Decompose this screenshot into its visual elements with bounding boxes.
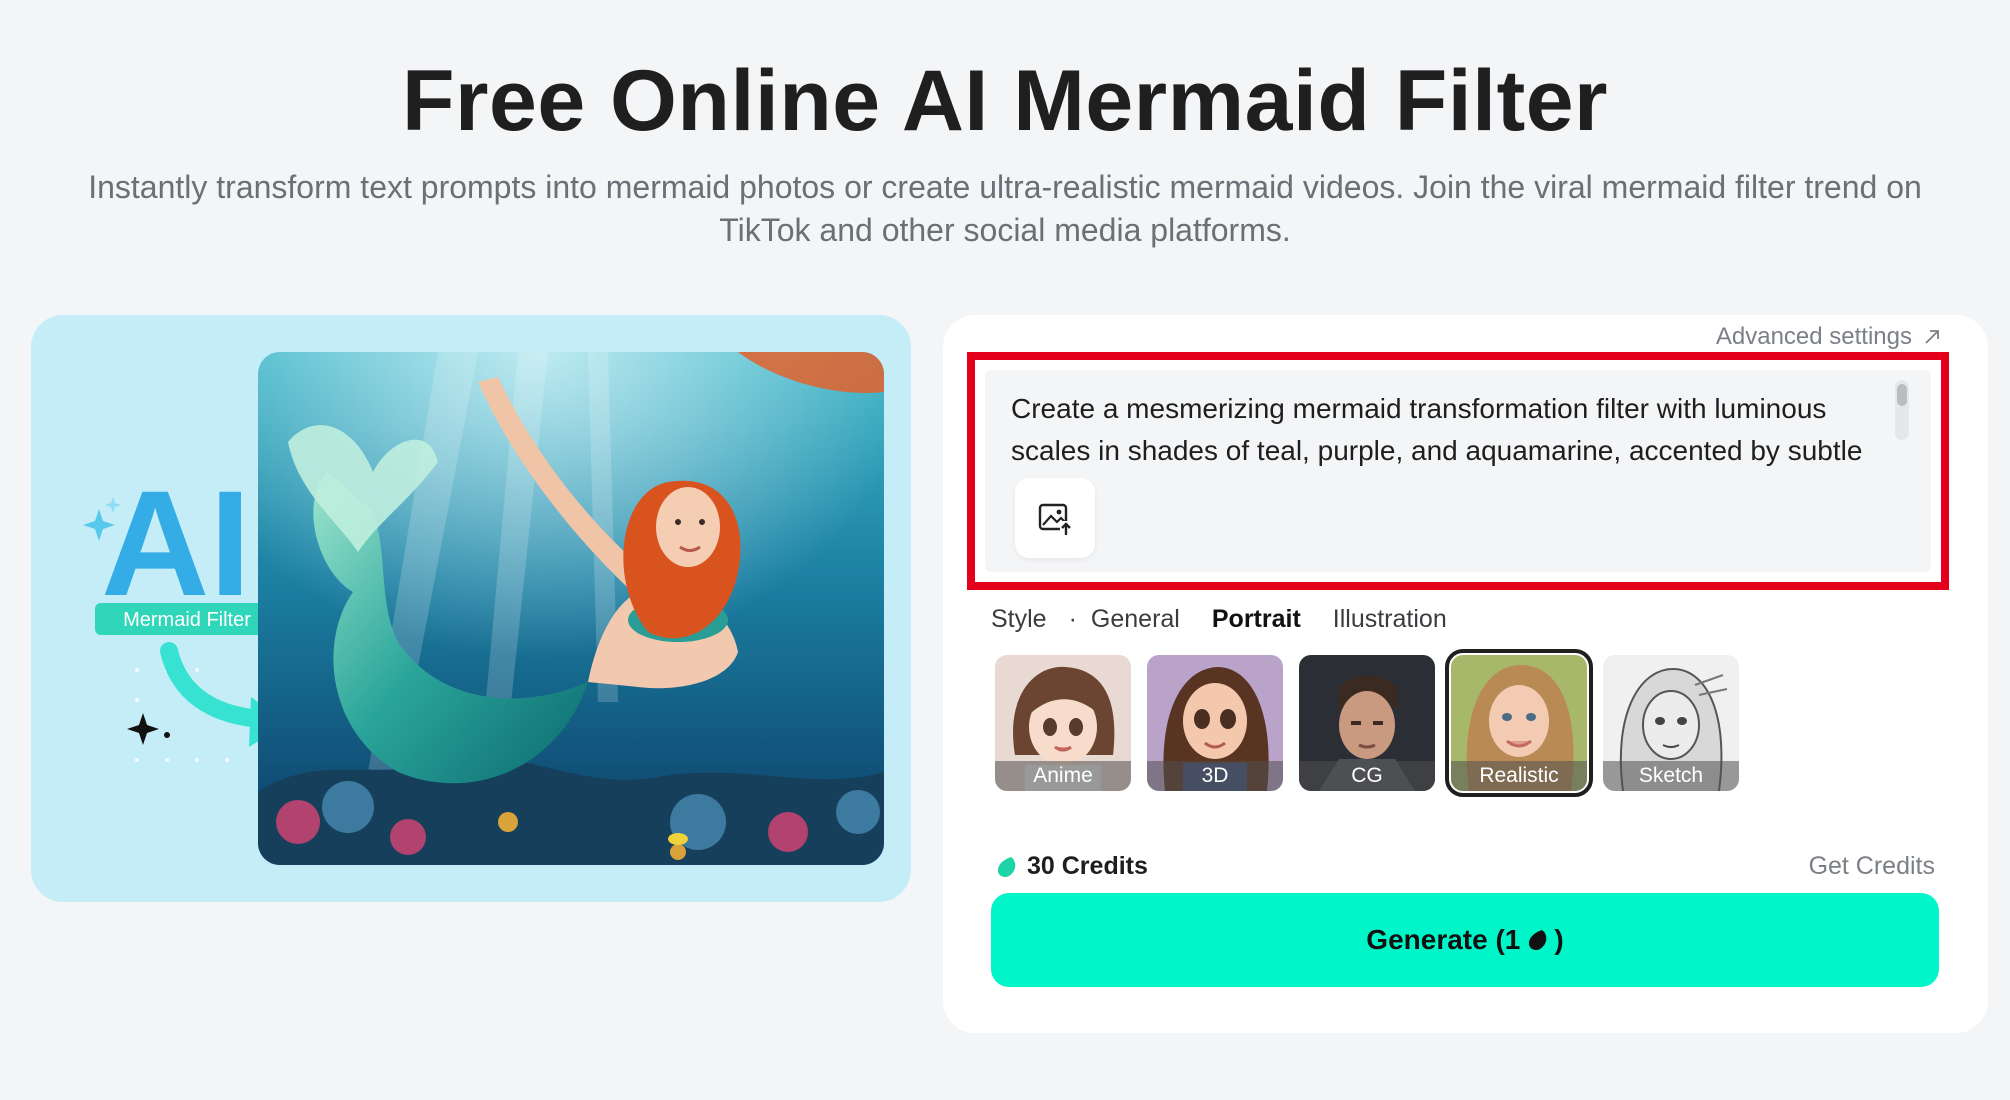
generate-label-suffix: ): [1554, 924, 1564, 955]
style-separator: ·: [1068, 605, 1077, 633]
credits-row: 30 Credits Get Credits: [995, 852, 1935, 881]
prompt-input[interactable]: Create a mesmerizing mermaid transformat…: [985, 370, 1931, 572]
preview-card: AI Mermaid Filter: [31, 315, 911, 902]
credit-drop-icon: [1529, 930, 1547, 951]
arrow-up-right-icon: [1925, 330, 1939, 344]
advanced-settings-link[interactable]: Advanced settings: [1716, 323, 1942, 351]
style-card-realistic[interactable]: Realistic: [1445, 649, 1593, 797]
upload-image-button[interactable]: [1015, 478, 1095, 558]
style-card-list: Anime 3D CG Realistic Sketch: [995, 649, 1739, 797]
style-label: Style: [991, 605, 1047, 633]
style-card-label: Realistic: [1451, 761, 1587, 791]
generator-panel: Advanced settings Create a mesmerizing m…: [943, 315, 1988, 1033]
style-card-sketch[interactable]: Sketch: [1603, 655, 1739, 791]
badge-label: Mermaid Filter: [123, 609, 251, 631]
page-subtitle: Instantly transform text prompts into me…: [88, 169, 1922, 248]
generate-button[interactable]: Generate (1 ): [991, 893, 1939, 987]
get-credits-link[interactable]: Get Credits: [1809, 852, 1935, 881]
prompt-scrollbar[interactable]: [1895, 380, 1909, 440]
prompt-text[interactable]: Create a mesmerizing mermaid transformat…: [1011, 388, 1881, 472]
mermaid-image: [258, 352, 884, 865]
style-card-anime[interactable]: Anime: [995, 655, 1131, 791]
image-upload-icon: [1038, 503, 1072, 535]
tab-portrait[interactable]: Portrait: [1212, 605, 1301, 634]
style-card-label: Sketch: [1603, 761, 1739, 791]
prompt-scroll-thumb[interactable]: [1897, 384, 1907, 406]
style-card-cg[interactable]: CG: [1299, 655, 1435, 791]
prompt-highlight-box: Create a mesmerizing mermaid transformat…: [967, 352, 1949, 590]
tab-illustration[interactable]: Illustration: [1333, 605, 1447, 634]
page-title: Free Online AI Mermaid Filter: [401, 53, 1609, 149]
advanced-settings-label: Advanced settings: [1715, 323, 1912, 350]
style-card-label: 3D: [1147, 761, 1283, 791]
style-card-label: CG: [1299, 761, 1435, 791]
style-card-label: Anime: [995, 761, 1131, 791]
style-card-3d[interactable]: 3D: [1147, 655, 1283, 791]
tab-general[interactable]: General: [1091, 605, 1180, 634]
style-tabs: Style · General Portrait Illustration: [991, 605, 1479, 634]
credit-drop-icon: [997, 856, 1016, 877]
credits-display: 30 Credits: [995, 852, 1148, 881]
generate-label-prefix: Generate (1: [1366, 924, 1521, 955]
credits-count: 30 Credits: [1027, 852, 1148, 880]
